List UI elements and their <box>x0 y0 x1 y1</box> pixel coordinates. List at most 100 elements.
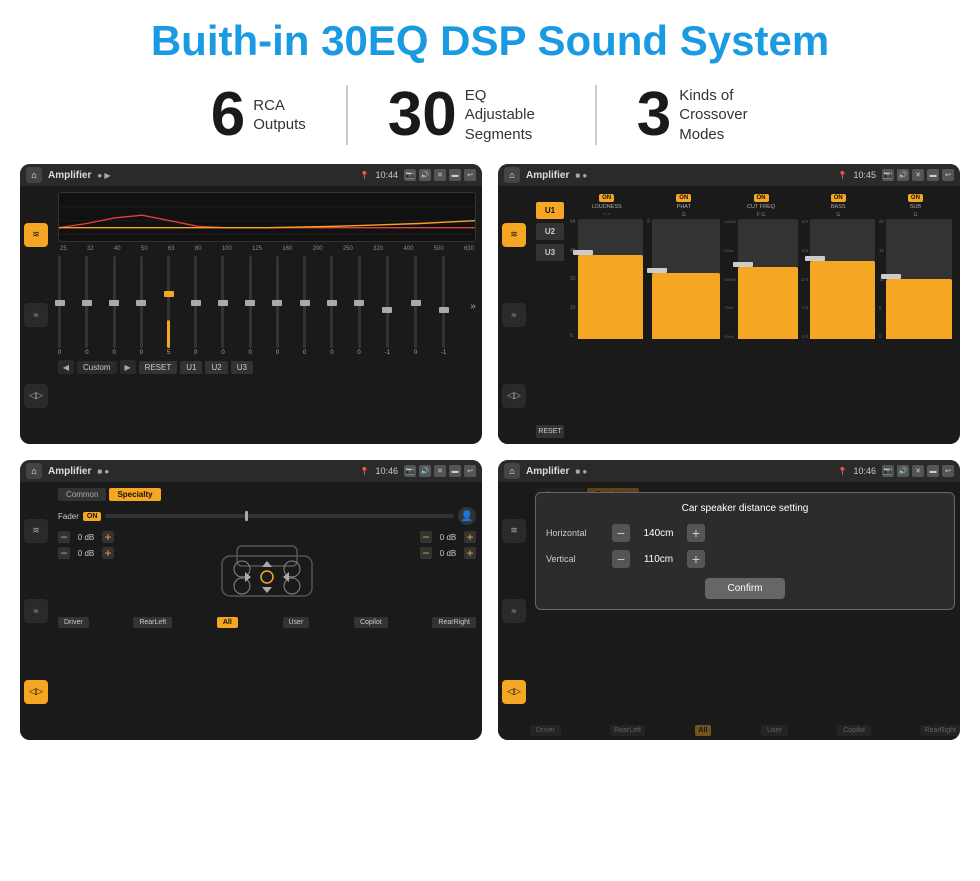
eq-sliders: 0 0 0 0 5 <box>58 256 476 356</box>
vol-minus-4[interactable]: − <box>420 547 432 559</box>
vol-plus-2[interactable]: + <box>102 547 114 559</box>
eq-slider-1[interactable]: 0 <box>58 256 61 356</box>
dist-vertical-minus[interactable]: − <box>612 550 630 568</box>
eq-slider-3[interactable]: 0 <box>112 256 115 356</box>
eq-slider-4[interactable]: 0 <box>140 256 143 356</box>
stat-eq-number: 30 <box>388 84 457 146</box>
dist-horizontal-value: 140cm <box>636 528 681 539</box>
eq-sidebar: ≋ ≈ ◁▷ <box>20 186 52 444</box>
dist-sidebar-wave-icon[interactable]: ≈ <box>502 599 526 623</box>
eq-u2-btn[interactable]: U2 <box>205 361 227 374</box>
dist-sidebar-vol-icon[interactable]: ◁▷ <box>502 680 526 704</box>
eq-more-icon[interactable]: » <box>470 301 476 312</box>
vol-minus-1[interactable]: − <box>58 531 70 543</box>
fader-tab-specialty[interactable]: Specialty <box>109 488 160 501</box>
mixer-ch-phat-on[interactable]: ON <box>676 194 691 202</box>
page-title: Buith-in 30EQ DSP Sound System <box>0 0 980 74</box>
mixer-ch-cutfreq: ON CUT FREQ F G 100Hz90Hz80KHz70Hz60Hz <box>724 194 797 436</box>
eq-reset-btn[interactable]: RESET <box>139 361 178 374</box>
mixer-sidebar-wave-icon[interactable]: ≈ <box>502 303 526 327</box>
mixer-sidebar-vol-icon[interactable]: ◁▷ <box>502 384 526 408</box>
eq-topbar-dots: ● ▶ <box>97 171 110 180</box>
eq-topbar: ⌂ Amplifier ● ▶ 📍 10:44 📷 🔊 ✕ ▬ ↩ <box>20 164 482 186</box>
eq-slider-10[interactable]: 0 <box>303 256 306 356</box>
eq-slider-7[interactable]: 0 <box>221 256 224 356</box>
dist-horizontal-minus[interactable]: − <box>612 524 630 542</box>
eq-slider-5[interactable]: 5 <box>167 256 170 356</box>
eq-prev-btn[interactable]: ◀ <box>58 360 74 374</box>
fader-topbar-title: Amplifier <box>48 466 91 477</box>
dist-rect-icon: ▬ <box>927 465 939 477</box>
vol-minus-3[interactable]: − <box>420 531 432 543</box>
mixer-ch-bass-on[interactable]: ON <box>831 194 846 202</box>
fader-slider[interactable] <box>105 514 454 518</box>
mixer-ch-sub-on[interactable]: ON <box>908 194 923 202</box>
fader-driver-btn[interactable]: Driver <box>58 617 89 628</box>
fader-x-icon: ✕ <box>434 465 446 477</box>
dist-vertical-plus[interactable]: + <box>687 550 705 568</box>
fader-sidebar-wave-icon[interactable]: ≈ <box>24 599 48 623</box>
mixer-vol-icon: 🔊 <box>897 169 909 181</box>
fader-all-btn[interactable]: All <box>217 617 238 628</box>
vol-plus-3[interactable]: + <box>464 531 476 543</box>
mixer-reset-btn[interactable]: RESET <box>536 425 564 438</box>
eq-play-btn[interactable]: ▶ <box>120 360 136 374</box>
mixer-sidebar-eq-icon[interactable]: ≋ <box>502 223 526 247</box>
dist-confirm-btn[interactable]: Confirm <box>705 578 785 599</box>
eq-sidebar-vol-icon[interactable]: ◁▷ <box>24 384 48 408</box>
eq-topbar-pin: 📍 <box>360 171 370 180</box>
fader-rearleft-btn[interactable]: RearLeft <box>133 617 172 628</box>
fader-user-btn[interactable]: User <box>283 617 310 628</box>
fader-on-btn[interactable]: ON <box>83 512 102 521</box>
vol-plus-4[interactable]: + <box>464 547 476 559</box>
dist-vertical-label: Vertical <box>546 554 606 564</box>
eq-slider-14[interactable]: 0 <box>414 256 417 356</box>
mixer-u1-btn[interactable]: U1 <box>536 202 564 219</box>
eq-slider-11[interactable]: 0 <box>330 256 333 356</box>
mixer-topbar-home[interactable]: ⌂ <box>504 167 520 183</box>
mixer-topbar-pin: 📍 <box>838 171 848 180</box>
eq-slider-6[interactable]: 0 <box>194 256 197 356</box>
eq-freq-labels: 253240506380100125160200250320400500630 <box>58 246 476 252</box>
mixer-content: U1 U2 U3 RESET ON LOUDNESS ~ ~ <box>530 186 960 444</box>
eq-u1-btn[interactable]: U1 <box>180 361 202 374</box>
topbar-rect-icon: ▬ <box>449 169 461 181</box>
eq-sidebar-eq-icon[interactable]: ≋ <box>24 223 48 247</box>
dist-horizontal-plus[interactable]: + <box>687 524 705 542</box>
mixer-ch-cutfreq-on[interactable]: ON <box>754 194 769 202</box>
screens-grid: ⌂ Amplifier ● ▶ 📍 10:44 📷 🔊 ✕ ▬ ↩ ≋ ≈ ◁▷ <box>0 160 980 750</box>
eq-slider-12[interactable]: 0 <box>357 256 360 356</box>
mixer-u2-btn[interactable]: U2 <box>536 223 564 240</box>
vol-val-1: 0 dB <box>73 533 99 542</box>
eq-u3-btn[interactable]: U3 <box>231 361 253 374</box>
fader-tab-common[interactable]: Common <box>58 488 106 501</box>
eq-slider-9[interactable]: 0 <box>276 256 279 356</box>
dist-topbar-home[interactable]: ⌂ <box>504 463 520 479</box>
fader-sidebar-eq-icon[interactable]: ≋ <box>24 519 48 543</box>
fader-label: Fader <box>58 512 79 521</box>
screen-mixer: ⌂ Amplifier ■ ● 📍 10:45 📷 🔊 ✕ ▬ ↩ ≋ ≈ ◁▷ <box>498 164 960 444</box>
eq-slider-8[interactable]: 0 <box>249 256 252 356</box>
eq-slider-13[interactable]: -1 <box>385 256 390 356</box>
fader-sidebar-vol-icon[interactable]: ◁▷ <box>24 680 48 704</box>
fader-copilot-btn[interactable]: Copilot <box>354 617 388 628</box>
fader-topbar-home[interactable]: ⌂ <box>26 463 42 479</box>
dist-sidebar-eq-icon[interactable]: ≋ <box>502 519 526 543</box>
mixer-ch-loudness-on[interactable]: ON <box>599 194 614 202</box>
dist-content: Common Specialty Fader ON 👤 Car speaker … <box>530 482 960 740</box>
mixer-back-icon: ↩ <box>942 169 954 181</box>
topbar-back-icon: ↩ <box>464 169 476 181</box>
mixer-ch-loudness-label: LOUDNESS <box>591 204 621 210</box>
vol-plus-1[interactable]: + <box>102 531 114 543</box>
mixer-u3-btn[interactable]: U3 <box>536 244 564 261</box>
fader-rearright-btn[interactable]: RearRight <box>432 617 476 628</box>
eq-slider-2[interactable]: 0 <box>85 256 88 356</box>
mixer-x-icon: ✕ <box>912 169 924 181</box>
vol-minus-2[interactable]: − <box>58 547 70 559</box>
topbar-home-icon[interactable]: ⌂ <box>26 167 42 183</box>
eq-sidebar-wave-icon[interactable]: ≈ <box>24 303 48 327</box>
eq-slider-15[interactable]: -1 <box>441 256 446 356</box>
stats-row: 6 RCAOutputs 30 EQ AdjustableSegments 3 … <box>0 74 980 160</box>
dist-cam-icon: 📷 <box>882 465 894 477</box>
dist-vol-icon: 🔊 <box>897 465 909 477</box>
